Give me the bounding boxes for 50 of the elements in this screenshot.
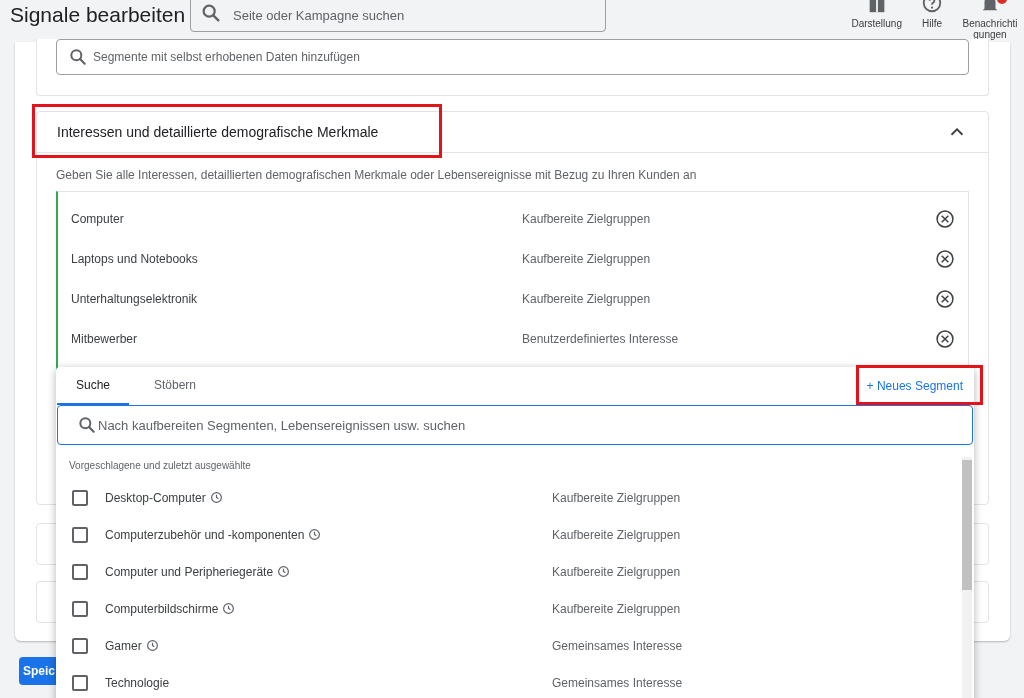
section-title: Interessen und detaillierte demografische Merkmale [57,124,379,140]
scrollbar[interactable] [962,457,972,698]
tab[interactable]: Stöbern [139,367,211,405]
segment-name: Laptops und Notebooks [71,252,199,266]
section-description: Geben Sie alle Interessen, detaillierten demografischen Merkmale oder Lebensereignisse mit Bezug zu Ihren Kunden an [56,168,698,183]
search-icon [200,2,222,24]
toolbar-button[interactable]: Darstellung [851,0,902,40]
toolbar-label: Hilfe [922,18,942,29]
checkbox[interactable] [72,526,88,543]
segment-name: Gamer [105,638,142,653]
search-icon [77,415,97,435]
segment-name: Computer und Peripheriegeräte [105,564,274,579]
segment-category: Kaufbereite Zielgruppen [522,292,652,306]
search-field[interactable]: Seite oder Kampagne suchen [190,0,606,32]
checkbox[interactable] [72,600,88,617]
segment-category: Gemeinsames Interesse [552,638,683,653]
scrollbar-thumb[interactable] [962,460,972,590]
segment-category: Kaufbereite Zielgruppen [552,601,681,616]
segment-category: Kaufbereite Zielgruppen [552,490,681,505]
toolbar-button[interactable]: Hilfe [912,0,952,40]
remove-icon[interactable] [935,249,955,269]
segment-name: Computerzubehör und -komponenten [105,527,305,542]
remove-icon[interactable] [935,329,955,349]
segment-category: Kaufbereite Zielgruppen [552,564,681,579]
remove-icon[interactable] [935,289,955,309]
segment-category: Kaufbereite Zielgruppen [522,252,652,266]
segment-category: Gemeinsames Interesse [552,675,683,690]
toolbar-label: Benachrichtigungen [962,18,1018,40]
remove-icon[interactable] [935,209,955,229]
segment-category: Kaufbereite Zielgruppen [522,212,652,226]
search-icon [68,47,88,67]
segment-name: Mitbewerber [71,332,139,346]
checkbox[interactable] [72,563,88,580]
segment-name: Unterhaltungselektronik [71,292,199,306]
checkbox[interactable] [72,489,88,506]
search-field[interactable]: Segmente mit selbst erhobenen Daten hinzufügen [56,39,969,75]
segment-name: Desktop-Computer [105,490,206,505]
segment-name: Computerbildschirme [105,601,219,616]
toolbar-label: Darstellung [851,18,902,29]
segment-name: Technologie [105,675,170,690]
new-segment-link[interactable]: + Neues Segment [866,379,963,393]
segment-category: Kaufbereite Zielgruppen [552,527,681,542]
checkbox[interactable] [72,674,88,691]
search-field[interactable]: Nach kaufbereiten Segmenten, Lebensereignissen usw. suchen [57,405,973,445]
segment-category: Benutzerdefiniertes Interesse [522,332,680,346]
page-title: Signale bearbeiten [9,2,187,27]
segment-name: Computer [71,212,125,226]
toolbar-button[interactable]: Benachrichtigungen [962,0,1018,40]
checkbox[interactable] [72,637,88,654]
list-heading: Vorgeschlagene und zuletzt ausgewählte [69,459,252,473]
